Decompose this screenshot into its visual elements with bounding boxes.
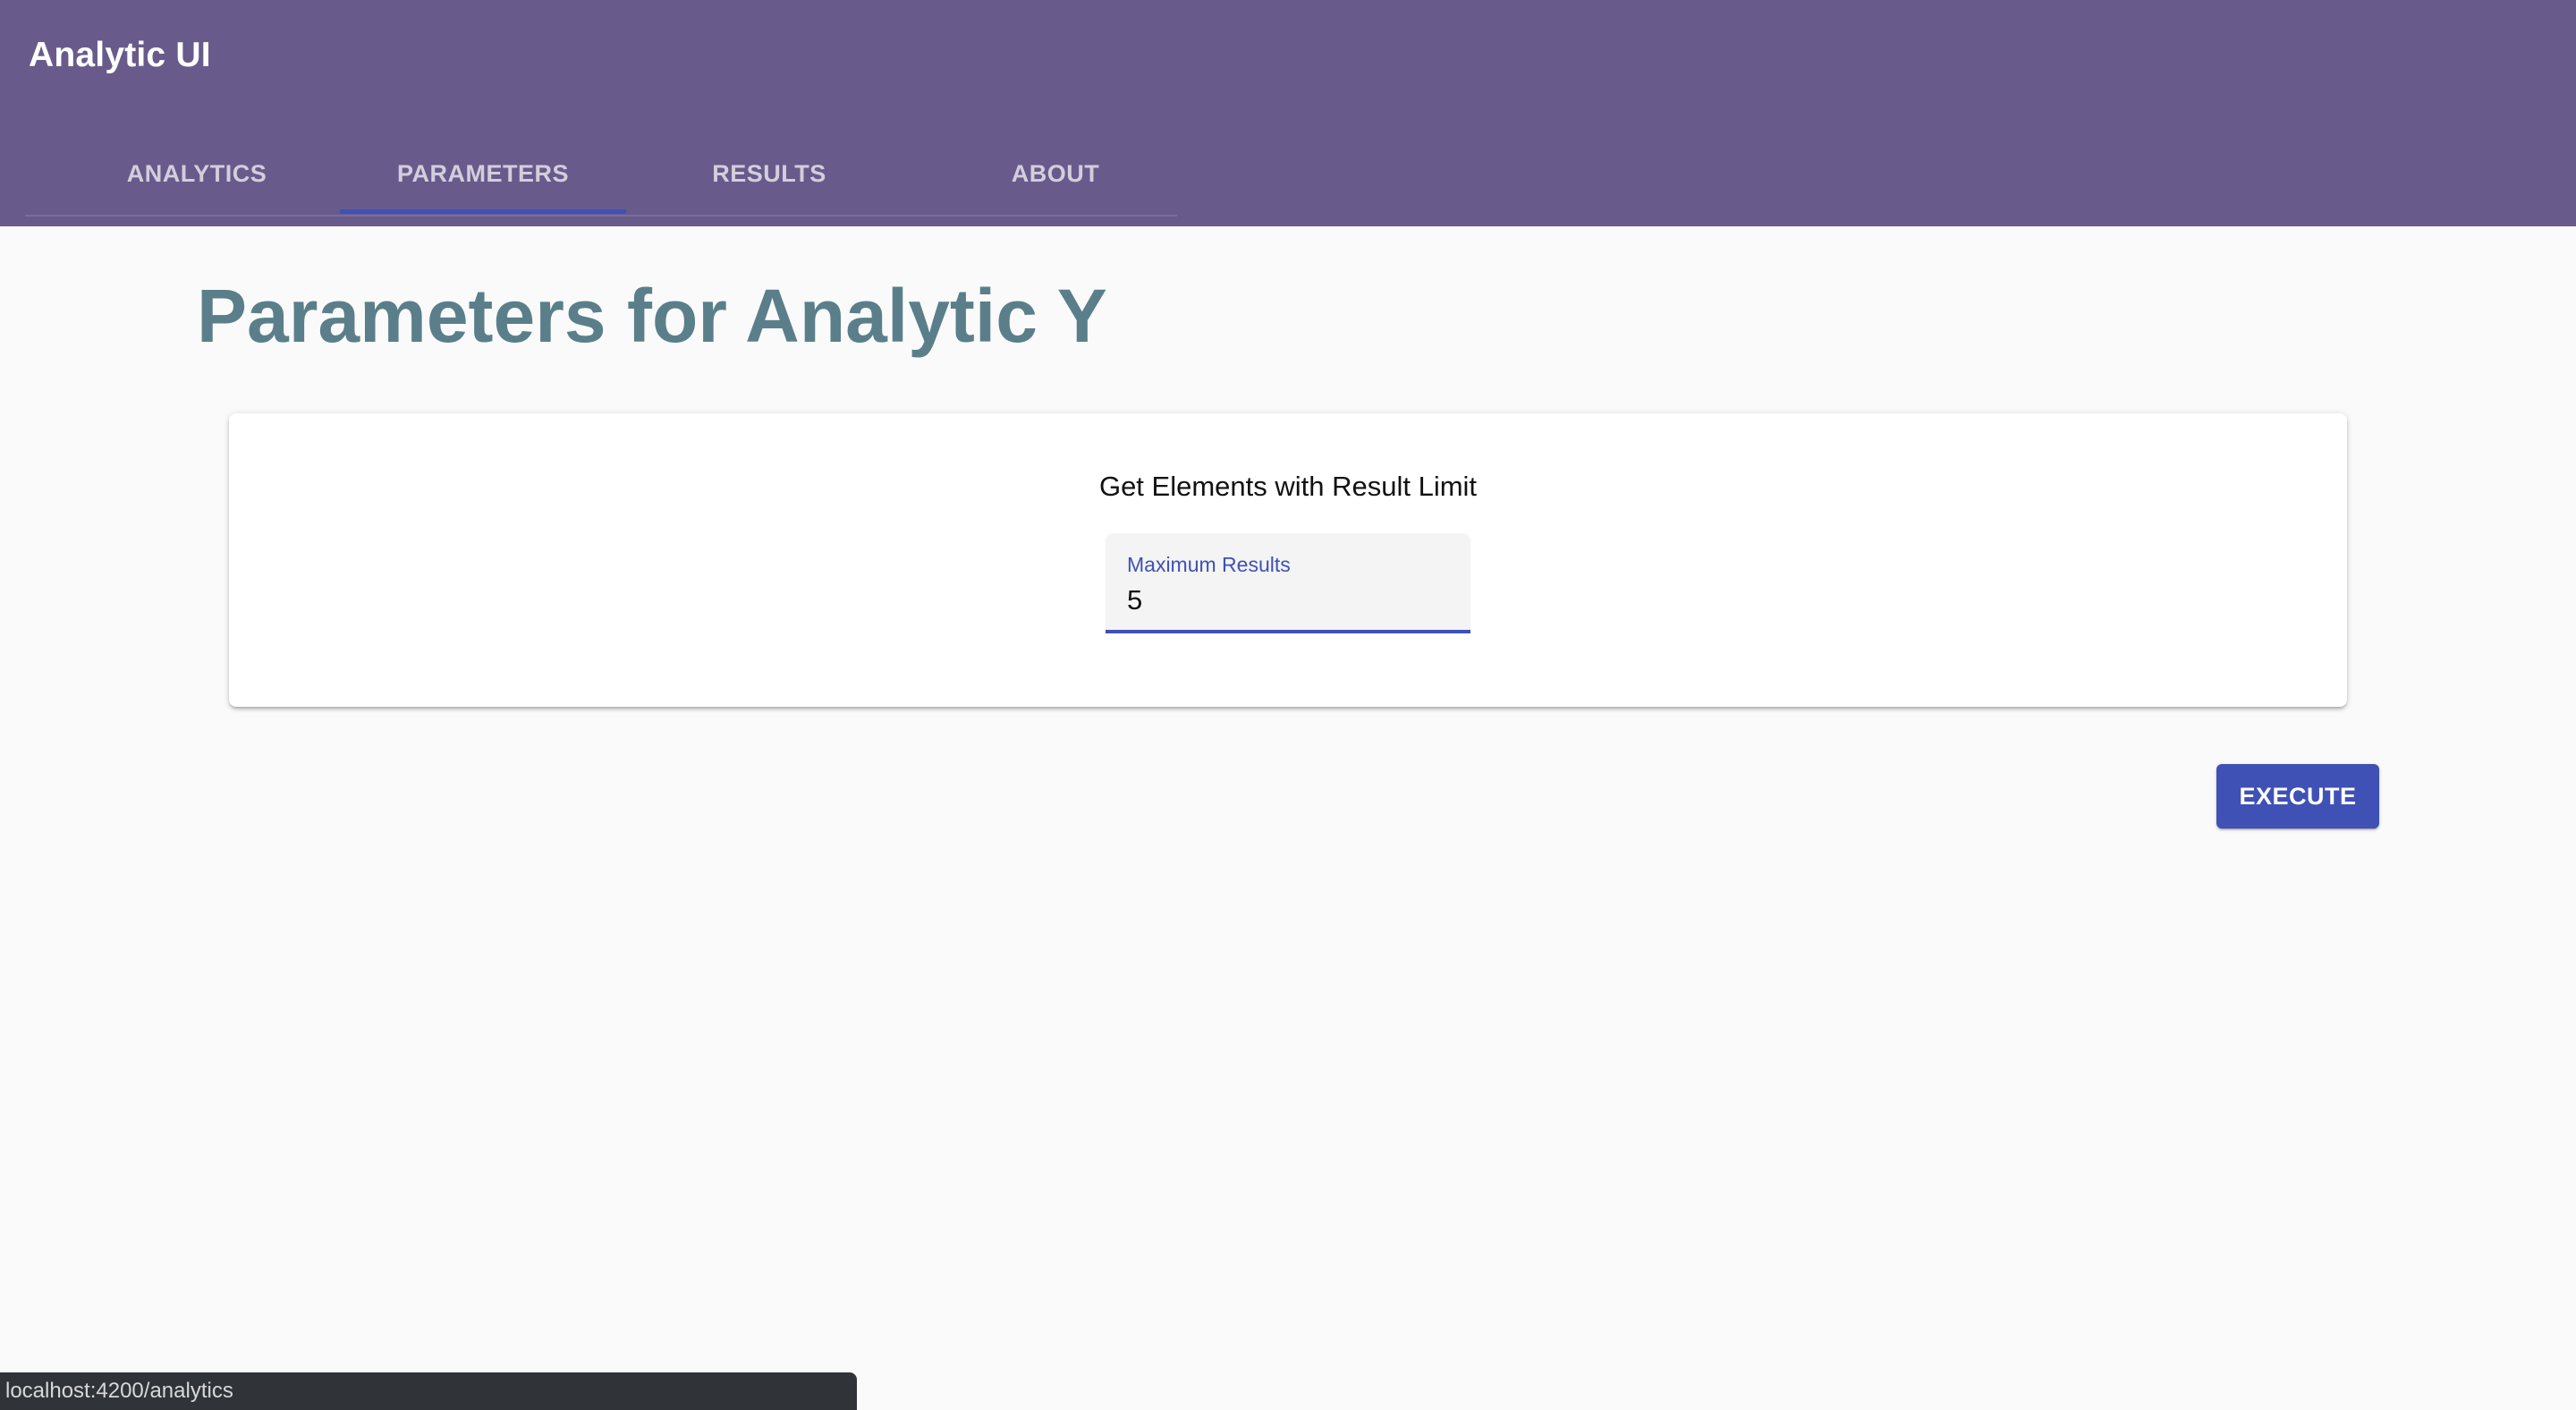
tab-bar: ANALYTICS PARAMETERS RESULTS ABOUT: [25, 134, 1177, 217]
page-title: Parameters for Analytic Y: [197, 274, 1107, 358]
status-bar-url: localhost:4200/analytics: [0, 1372, 857, 1410]
card-heading: Get Elements with Result Limit: [1098, 471, 1478, 502]
maximum-results-label: Maximum Results: [1127, 553, 1291, 576]
active-tab-indicator: [340, 209, 626, 214]
tab-analytics[interactable]: ANALYTICS: [54, 134, 340, 213]
maximum-results-input[interactable]: [1127, 582, 1449, 619]
app-toolbar: Analytic UI ANALYTICS PARAMETERS RESULTS…: [0, 0, 2576, 226]
tab-parameters[interactable]: PARAMETERS: [340, 134, 626, 213]
maximum-results-field[interactable]: Maximum Results: [1106, 533, 1470, 633]
execute-button[interactable]: EXECUTE: [2216, 764, 2379, 828]
app-title: Analytic UI: [29, 36, 211, 74]
tab-about[interactable]: ABOUT: [912, 134, 1199, 213]
tab-results[interactable]: RESULTS: [626, 134, 912, 213]
parameters-card: Get Elements with Result Limit Maximum R…: [229, 413, 2347, 707]
